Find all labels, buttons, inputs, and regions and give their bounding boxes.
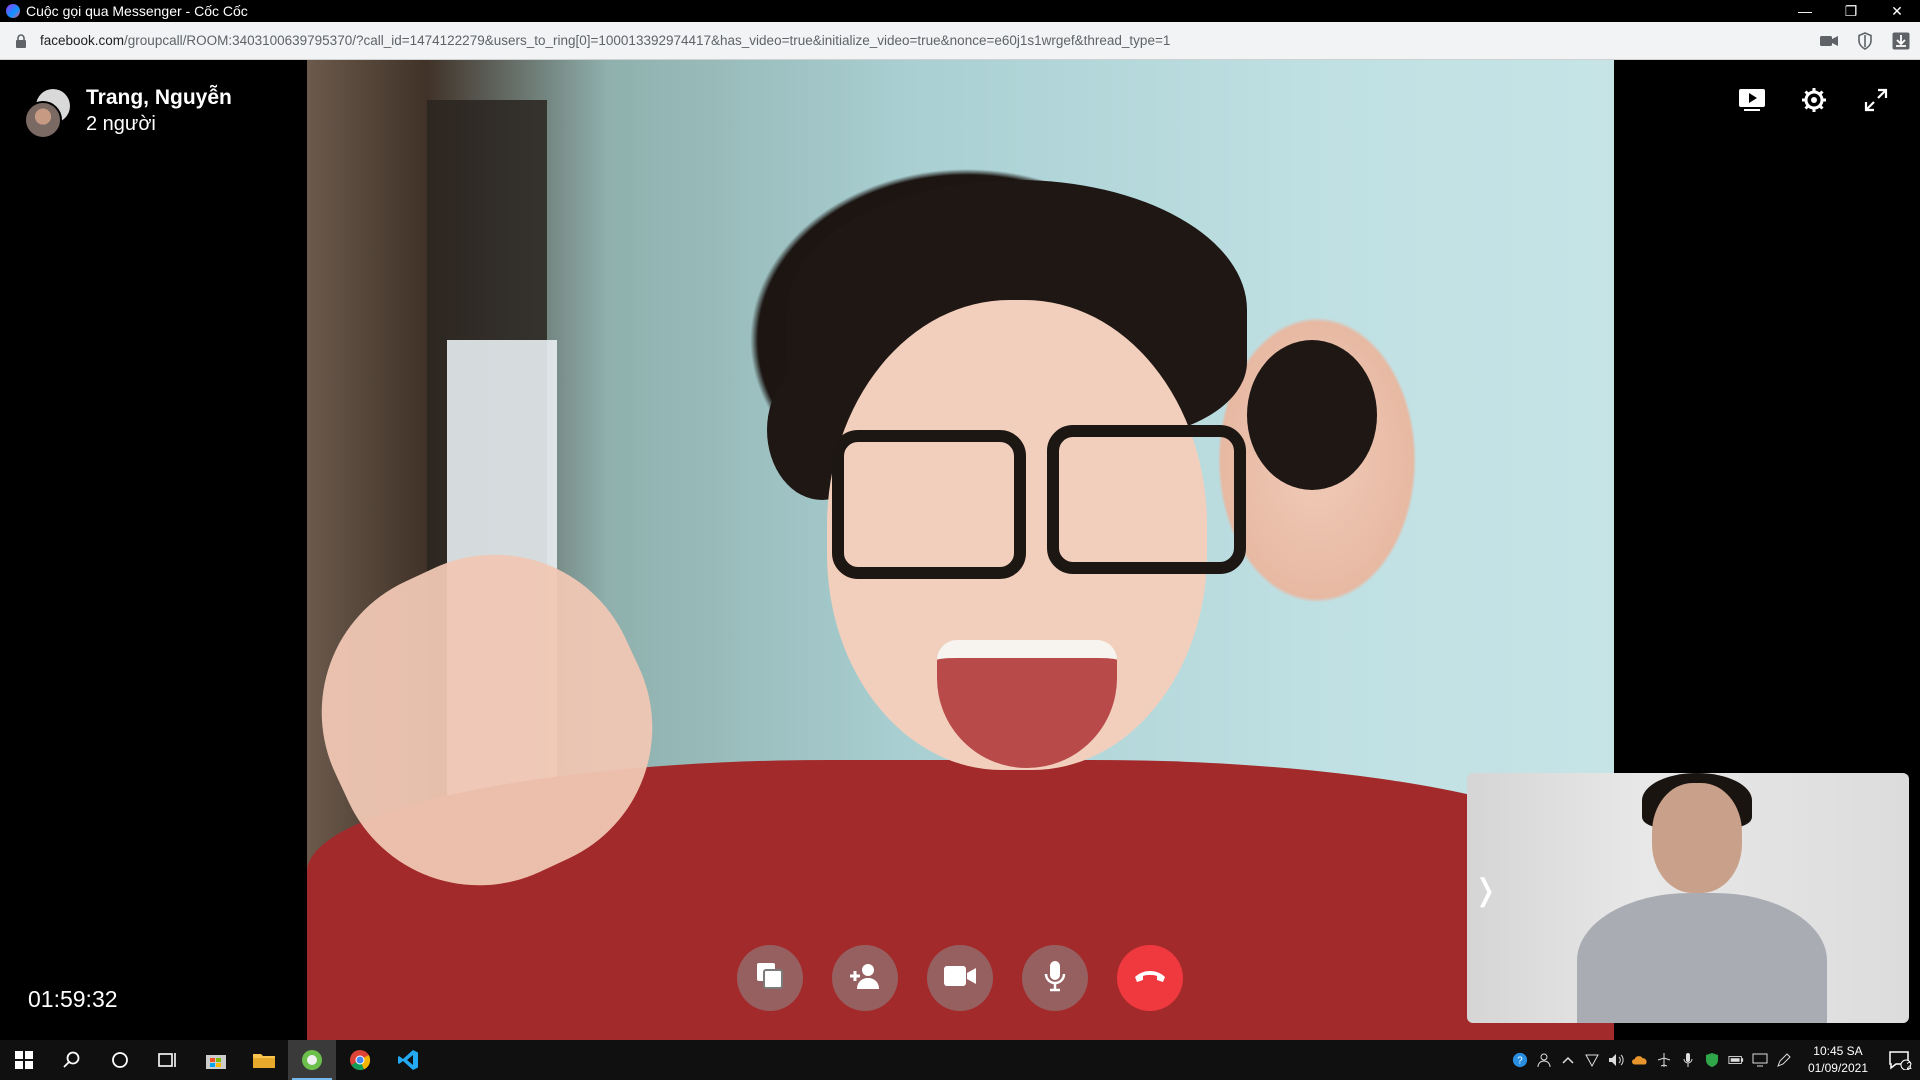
store-icon	[206, 1055, 226, 1069]
fullscreen-icon[interactable]	[1860, 84, 1892, 116]
participant-count: 2 người	[86, 113, 156, 135]
vpn-icon[interactable]	[1584, 1052, 1600, 1068]
svg-text:?: ?	[1517, 1056, 1523, 1067]
call-stage: Trang, Nguyễn 2 người ❭ 01:59:32	[0, 60, 1920, 1040]
messenger-icon	[6, 4, 20, 18]
chrome-app[interactable]	[336, 1040, 384, 1080]
lock-icon[interactable]	[12, 32, 30, 50]
people-icon[interactable]	[1536, 1052, 1552, 1068]
self-view-video[interactable]: ❭	[1467, 773, 1909, 1023]
file-explorer-app[interactable]	[240, 1040, 288, 1080]
url-field[interactable]: facebook.com/groupcall/ROOM:340310063979…	[40, 33, 1170, 48]
microphone-toggle-button[interactable]	[1022, 945, 1088, 1011]
pen-icon[interactable]	[1776, 1052, 1792, 1068]
search-button[interactable]	[48, 1040, 96, 1080]
battery-icon[interactable]	[1728, 1052, 1744, 1068]
search-icon	[63, 1051, 80, 1068]
gear-icon[interactable]	[1798, 84, 1830, 116]
add-person-icon	[849, 962, 881, 995]
coccoc-browser-app[interactable]	[288, 1040, 336, 1080]
clock-time: 10:45 SA	[1813, 1044, 1863, 1058]
store-app[interactable]	[192, 1040, 240, 1080]
start-button[interactable]	[0, 1040, 48, 1080]
call-timer: 01:59:32	[28, 986, 118, 1012]
video-camera-icon	[943, 964, 977, 993]
call-controls	[737, 945, 1183, 1011]
windows-icon	[15, 1051, 33, 1069]
vscode-app[interactable]	[384, 1040, 432, 1080]
caller-name: Trang, Nguyễn	[86, 86, 232, 109]
camera-permission-icon[interactable]	[1818, 30, 1840, 52]
onedrive-icon[interactable]	[1631, 1052, 1648, 1068]
caller-info: Trang, Nguyễn 2 người	[24, 86, 232, 139]
share-screen-icon	[755, 961, 785, 996]
url-domain: facebook.com	[40, 33, 125, 48]
collapse-self-view-icon[interactable]: ❭	[1473, 873, 1498, 908]
system-clock[interactable]: 10:45 SA 01/09/2021	[1808, 1043, 1868, 1077]
minimize-button[interactable]: —	[1782, 0, 1828, 22]
close-button[interactable]: ✕	[1874, 0, 1920, 22]
display-icon[interactable]	[1752, 1052, 1768, 1068]
address-bar: facebook.com/groupcall/ROOM:340310063979…	[0, 22, 1920, 60]
restore-button[interactable]: ❐	[1828, 0, 1874, 22]
task-view-icon	[158, 1053, 176, 1067]
notification-count: 2	[1906, 1061, 1912, 1072]
task-view-button[interactable]	[144, 1040, 192, 1080]
taskbar: ? 10:45 SA 01/09/2021 2	[0, 1040, 1920, 1080]
video-toggle-button[interactable]	[927, 945, 993, 1011]
end-call-button[interactable]	[1117, 945, 1183, 1011]
coccoc-icon	[302, 1050, 322, 1070]
clock-date: 01/09/2021	[1807, 1061, 1868, 1075]
shield-icon[interactable]	[1854, 30, 1876, 52]
end-call-icon	[1133, 968, 1167, 989]
window-title: Cuộc gọi qua Messenger - Cốc Cốc	[26, 3, 248, 19]
download-icon[interactable]	[1890, 30, 1912, 52]
window-titlebar: Cuộc gọi qua Messenger - Cốc Cốc — ❐ ✕	[0, 0, 1920, 22]
action-center-button[interactable]: 2	[1880, 1040, 1920, 1080]
help-icon[interactable]: ?	[1512, 1052, 1528, 1068]
microphone-icon	[1043, 960, 1067, 997]
add-person-button[interactable]	[832, 945, 898, 1011]
share-screen-button[interactable]	[737, 945, 803, 1011]
airplane-icon[interactable]	[1656, 1052, 1672, 1068]
folder-icon	[253, 1054, 275, 1068]
cortana-button[interactable]	[96, 1040, 144, 1080]
vscode-icon	[398, 1050, 418, 1070]
mic-tray-icon[interactable]	[1680, 1052, 1696, 1068]
url-path: /groupcall/ROOM:3403100639795370/?call_i…	[124, 33, 1171, 48]
remote-video	[307, 60, 1614, 1040]
play-video-icon[interactable]	[1736, 84, 1768, 116]
avatar	[24, 89, 70, 139]
volume-icon[interactable]	[1608, 1052, 1624, 1068]
chrome-icon	[350, 1050, 371, 1071]
cortana-icon	[112, 1052, 128, 1068]
security-shield-icon[interactable]	[1704, 1052, 1720, 1068]
chevron-up-icon[interactable]	[1560, 1052, 1576, 1068]
